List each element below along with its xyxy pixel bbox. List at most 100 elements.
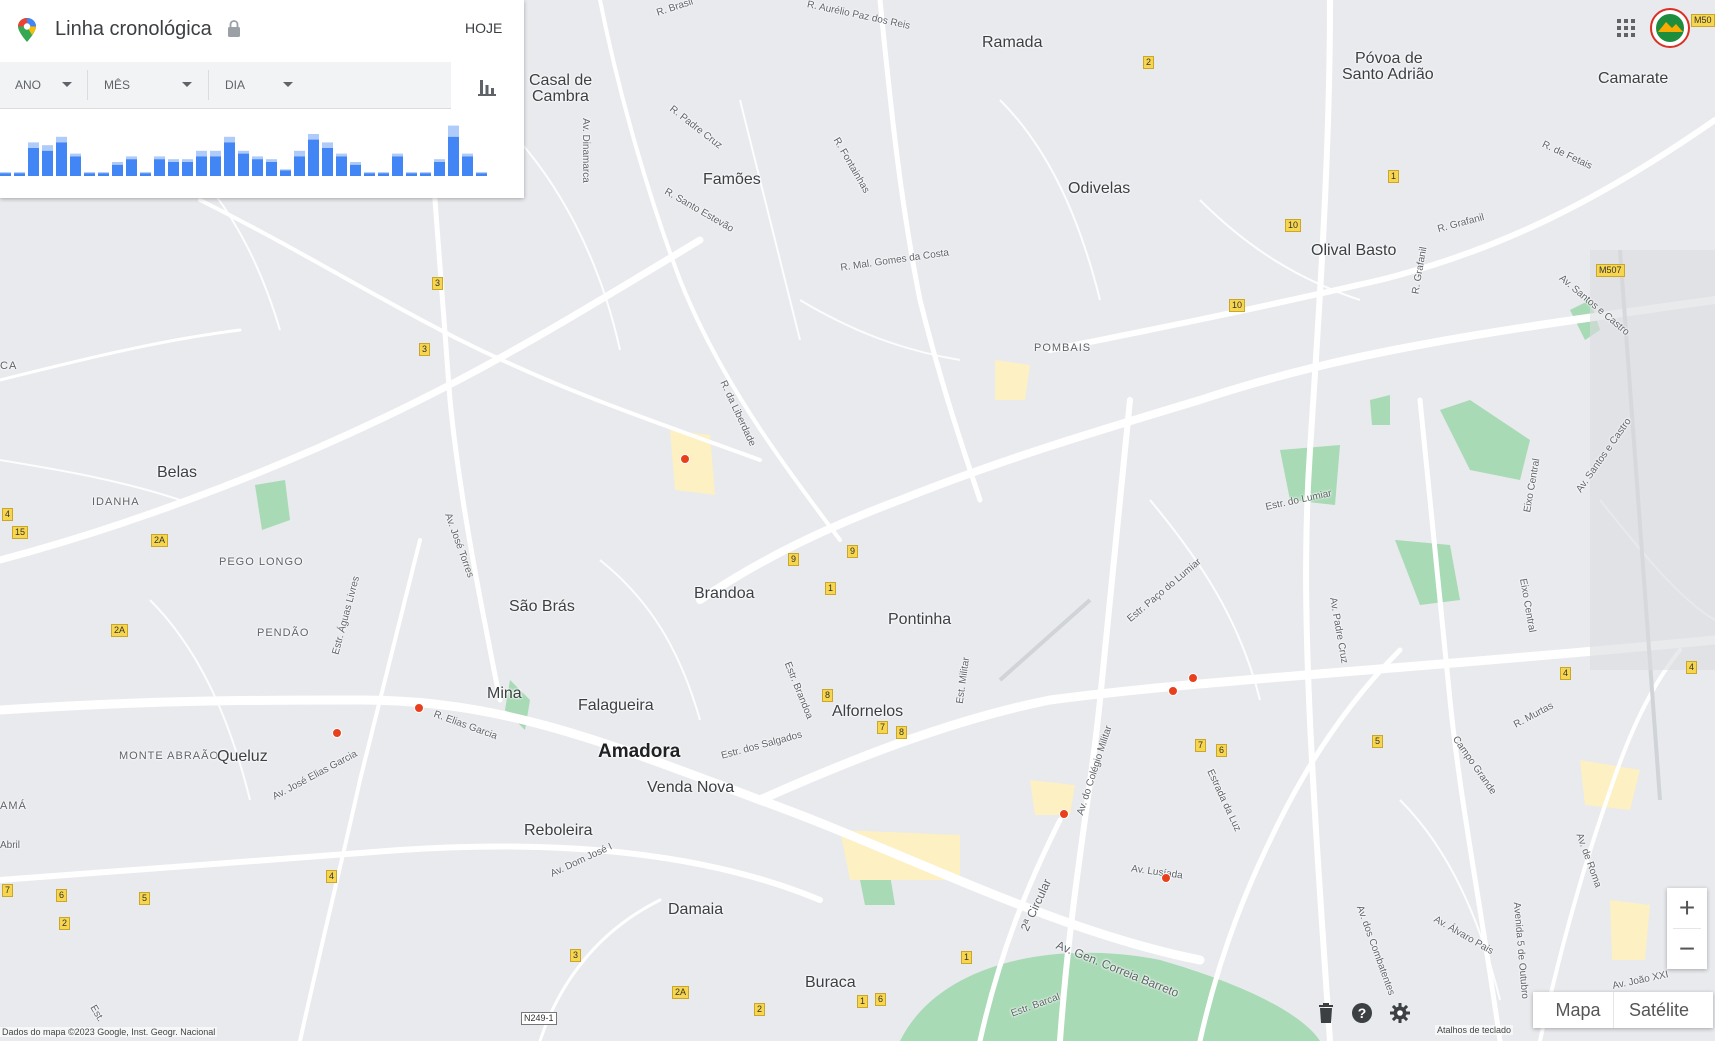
gear-icon[interactable] — [1389, 1002, 1411, 1024]
location-pin[interactable] — [1188, 673, 1198, 683]
timeline-bar[interactable] — [98, 173, 109, 176]
timeline-bar[interactable] — [476, 173, 487, 176]
map-type-satellite-button[interactable]: Satélite — [1613, 992, 1704, 1028]
timeline-bar[interactable] — [140, 173, 151, 176]
timeline-bar[interactable] — [280, 170, 291, 176]
timeline-bar-extra[interactable] — [462, 153, 473, 157]
timeline-bar[interactable] — [210, 156, 221, 176]
timeline-bar[interactable] — [224, 142, 235, 176]
timeline-bar-extra[interactable] — [378, 172, 389, 174]
timeline-bar[interactable] — [266, 162, 277, 176]
timeline-bar[interactable] — [308, 139, 319, 176]
map-type-map-button[interactable]: Mapa — [1533, 992, 1623, 1028]
timeline-bar-extra[interactable] — [70, 153, 81, 157]
timeline-bar-extra[interactable] — [14, 172, 25, 174]
timeline-bar-extra[interactable] — [476, 172, 487, 174]
shield-6-a: 6 — [1216, 744, 1228, 757]
timeline-histogram[interactable] — [0, 118, 524, 180]
timeline-bar-extra[interactable] — [280, 169, 291, 171]
timeline-bar-extra[interactable] — [420, 172, 431, 174]
timeline-bar-extra[interactable] — [98, 172, 109, 174]
timeline-bar[interactable] — [42, 150, 53, 176]
timeline-bar[interactable] — [406, 173, 417, 176]
timeline-bar[interactable] — [420, 173, 431, 176]
shield-3-a: 3 — [432, 277, 444, 290]
timeline-bar-extra[interactable] — [392, 153, 403, 157]
place-ca: CA — [0, 360, 18, 372]
timeline-bar-extra[interactable] — [350, 162, 361, 165]
timeline-bar-extra[interactable] — [266, 159, 277, 162]
timeline-bar-extra[interactable] — [168, 159, 179, 162]
timeline-bar[interactable] — [350, 164, 361, 176]
timeline-bar-extra[interactable] — [448, 125, 459, 137]
apps-grid-icon[interactable] — [1617, 19, 1635, 37]
timeline-bar-extra[interactable] — [238, 150, 249, 154]
timeline-bar[interactable] — [336, 156, 347, 176]
timeline-bar-extra[interactable] — [336, 153, 347, 157]
shield-6-b: 6 — [56, 889, 68, 902]
timeline-bar-extra[interactable] — [154, 156, 165, 160]
timeline-bar[interactable] — [14, 173, 25, 176]
month-select[interactable]: MÊS — [104, 62, 208, 108]
location-pin[interactable] — [332, 728, 342, 738]
timeline-bar-extra[interactable] — [84, 172, 95, 174]
bar-chart-icon[interactable] — [476, 75, 498, 97]
timeline-bar-extra[interactable] — [294, 150, 305, 157]
today-button[interactable]: HOJE — [465, 20, 502, 36]
timeline-bar-extra[interactable] — [112, 162, 123, 165]
timeline-bar-extra[interactable] — [322, 142, 333, 148]
timeline-bar[interactable] — [0, 173, 11, 176]
timeline-bar[interactable] — [448, 136, 459, 176]
timeline-bar[interactable] — [168, 162, 179, 176]
location-pin[interactable] — [1168, 686, 1178, 696]
place-falagueira: Falagueira — [578, 697, 654, 714]
timeline-bar[interactable] — [84, 173, 95, 176]
timeline-bar[interactable] — [238, 153, 249, 176]
timeline-bar[interactable] — [252, 159, 263, 176]
timeline-bar-extra[interactable] — [224, 136, 235, 143]
timeline-bar[interactable] — [70, 156, 81, 176]
timeline-bar[interactable] — [294, 156, 305, 176]
place-venda-nova: Venda Nova — [647, 779, 735, 796]
timeline-bar-extra[interactable] — [28, 142, 39, 148]
shield-3-c: 3 — [570, 949, 582, 962]
zoom-in-button[interactable]: + — [1667, 888, 1707, 928]
timeline-bar[interactable] — [434, 162, 445, 176]
day-select[interactable]: DIA — [225, 62, 305, 108]
location-pin[interactable] — [1059, 809, 1069, 819]
timeline-bar-extra[interactable] — [406, 172, 417, 174]
timeline-bar[interactable] — [322, 148, 333, 176]
timeline-bar-extra[interactable] — [252, 156, 263, 160]
year-select[interactable]: ANO — [15, 62, 87, 108]
location-pin[interactable] — [1161, 873, 1171, 883]
timeline-bar[interactable] — [196, 156, 207, 176]
timeline-bar[interactable] — [392, 156, 403, 176]
help-icon[interactable]: ? — [1351, 1002, 1373, 1024]
timeline-bar-extra[interactable] — [210, 150, 221, 157]
timeline-bar[interactable] — [462, 156, 473, 176]
timeline-bar[interactable] — [154, 159, 165, 176]
timeline-bar-extra[interactable] — [0, 172, 11, 174]
timeline-bar-extra[interactable] — [308, 134, 319, 140]
location-pin[interactable] — [680, 454, 690, 464]
timeline-bar-extra[interactable] — [196, 150, 207, 157]
timeline-bar[interactable] — [364, 173, 375, 176]
timeline-bar[interactable] — [112, 164, 123, 176]
timeline-bar-extra[interactable] — [364, 172, 375, 174]
timeline-bar[interactable] — [56, 142, 67, 176]
timeline-bar[interactable] — [182, 162, 193, 176]
timeline-bar-extra[interactable] — [42, 145, 53, 151]
timeline-bar-extra[interactable] — [56, 136, 67, 143]
trash-icon[interactable] — [1315, 1002, 1337, 1024]
timeline-bar-extra[interactable] — [126, 156, 137, 160]
timeline-bar[interactable] — [126, 159, 137, 176]
timeline-bar-extra[interactable] — [434, 159, 445, 162]
timeline-bar-extra[interactable] — [182, 159, 193, 162]
location-pin[interactable] — [414, 703, 424, 713]
timeline-bar[interactable] — [28, 148, 39, 176]
timeline-bar-extra[interactable] — [140, 172, 151, 174]
zoom-out-button[interactable]: − — [1667, 929, 1707, 969]
keyboard-shortcuts-link[interactable]: Atalhos de teclado — [1435, 1025, 1514, 1035]
timeline-bar[interactable] — [378, 173, 389, 176]
avatar[interactable] — [1650, 8, 1690, 48]
